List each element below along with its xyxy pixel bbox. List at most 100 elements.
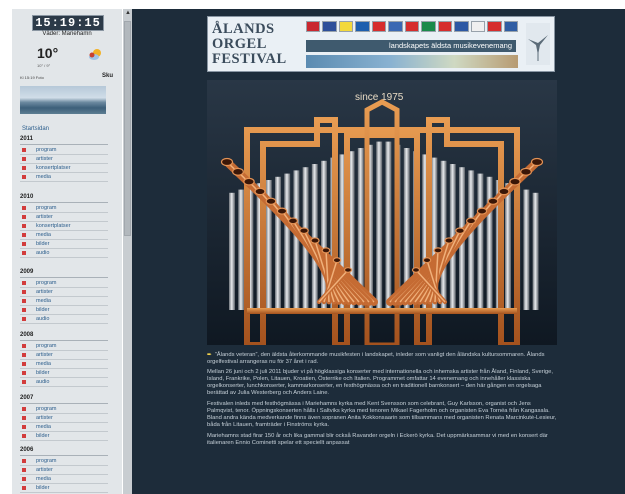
pipe-mouth	[498, 187, 510, 196]
bullet-icon	[22, 251, 26, 255]
nav-item-audio[interactable]: audio	[20, 315, 108, 324]
bullet-icon	[22, 224, 26, 228]
nav-item-bilder[interactable]: bilder	[20, 432, 108, 441]
nav-item-label: bilder	[36, 370, 50, 376]
start-link[interactable]: Startsidan	[22, 126, 49, 132]
landscape-strip	[306, 55, 518, 68]
nav-item-label: program	[36, 280, 57, 286]
bullet-icon	[22, 317, 26, 321]
silver-pipe	[532, 192, 539, 310]
flag-icon	[487, 21, 502, 32]
nav-item-program[interactable]: program	[20, 457, 108, 466]
nav-item-program[interactable]: program	[20, 342, 108, 351]
nav-item-media[interactable]: media	[20, 360, 108, 369]
festival-logo: Ålands Orgel Festival	[212, 21, 287, 67]
bullet-icon	[22, 157, 26, 161]
sidebar: 15:19:15 Väder: Mariehamn 10° 10° / 9° K…	[12, 9, 122, 494]
nav-item-artister[interactable]: artister	[20, 414, 108, 423]
bullet-icon	[22, 407, 26, 411]
bullet-icon	[22, 299, 26, 303]
silver-pipe	[293, 170, 300, 310]
nav-item-label: media	[36, 298, 51, 304]
nav-item-konsertplatser[interactable]: konsertplatser	[20, 222, 108, 231]
nav-item-media[interactable]: media	[20, 423, 108, 432]
bullet-icon	[22, 242, 26, 246]
flag-icon	[388, 21, 403, 32]
nav-item-audio[interactable]: audio	[20, 249, 108, 258]
flag-icon	[306, 21, 321, 32]
silver-pipe	[486, 176, 493, 310]
nav-item-artister[interactable]: artister	[20, 351, 108, 360]
paragraph-2: Festivalen inleds med festhögmässa i Mar…	[207, 401, 557, 428]
flag-icon	[338, 21, 354, 32]
nav-item-label: artister	[36, 214, 53, 220]
nav-item-audio[interactable]: audio	[20, 378, 108, 387]
pipe-mouth	[265, 197, 277, 205]
pipe-mouth	[310, 237, 320, 244]
pipe-mouth	[321, 247, 331, 254]
scroll-up-icon[interactable]: ▲	[125, 10, 131, 16]
nav-list: program artister konsertplatser media bilder…	[20, 204, 108, 258]
lead-paragraph: ➨ ”Ålands veteran”, den äldsta återkomman…	[207, 352, 557, 366]
nav-item-program[interactable]: program	[20, 405, 108, 414]
bullet-icon	[22, 380, 26, 384]
bullet-icon	[22, 215, 26, 219]
silver-pipe	[523, 189, 530, 310]
flag-icon	[371, 21, 387, 32]
nav-list: program artister konsertplatser media	[20, 146, 108, 182]
festival-banner[interactable]: Ålands Orgel Festival landskapets äldsta…	[207, 16, 555, 72]
nav-item-label: artister	[36, 156, 53, 162]
sidebar-scrollbar[interactable]: ▲	[123, 9, 132, 494]
nav-item-program[interactable]: program	[20, 146, 108, 155]
flag-icon	[437, 21, 453, 32]
nav-item-label: artister	[36, 415, 53, 421]
bullet-icon	[22, 344, 26, 348]
nav-item-label: media	[36, 476, 51, 482]
nav-item-bilder[interactable]: bilder	[20, 240, 108, 249]
silver-pipe	[468, 170, 475, 310]
nav-year-heading: 2009	[20, 269, 108, 278]
nav-year-heading: 2006	[20, 447, 108, 456]
aux-link[interactable]: Sku	[102, 73, 113, 79]
bullet-icon	[22, 290, 26, 294]
nav-year-heading: 2008	[20, 332, 108, 341]
nav-item-program[interactable]: program	[20, 204, 108, 213]
scroll-thumb[interactable]	[124, 21, 131, 236]
silver-pipe	[284, 173, 291, 310]
nav-item-bilder[interactable]: bilder	[20, 306, 108, 315]
nav-item-program[interactable]: program	[20, 279, 108, 288]
nav-item-label: program	[36, 406, 57, 412]
nav-list: program artister media bilder	[20, 405, 108, 441]
nav-item-media[interactable]: media	[20, 231, 108, 240]
bullet-icon	[22, 166, 26, 170]
nav-item-artister[interactable]: artister	[20, 155, 108, 164]
webcam-photo[interactable]	[20, 86, 106, 114]
nav-item-media[interactable]: media	[20, 297, 108, 306]
nav-item-artister[interactable]: artister	[20, 288, 108, 297]
flag-icon	[404, 21, 420, 32]
nav-item-bilder[interactable]: bilder	[20, 484, 108, 493]
tagline: landskapets äldsta musikevenemang	[389, 41, 512, 50]
flag-icon	[421, 21, 436, 32]
flag-icon	[503, 21, 519, 32]
nav-item-label: media	[36, 361, 51, 367]
nav-item-bilder[interactable]: bilder	[20, 369, 108, 378]
nav-item-artister[interactable]: artister	[20, 213, 108, 222]
weather-place[interactable]: Väder: Mariehamn	[12, 31, 122, 37]
pipe-mouth	[487, 197, 499, 205]
pipe-mouth	[332, 257, 342, 264]
clock: 15:19:15	[32, 15, 104, 31]
nav-item-label: audio	[36, 250, 50, 256]
nav-year-heading: 2007	[20, 395, 108, 404]
nav-item-konsertplatser[interactable]: konsertplatser	[20, 164, 108, 173]
tagline-bar: landskapets äldsta musikevenemang	[306, 40, 516, 52]
bullet-icon	[22, 468, 26, 472]
pipe-mouth	[411, 267, 421, 273]
temperature: 10°	[37, 45, 59, 61]
arrow-icon: ➨	[207, 352, 212, 358]
nav-item-media[interactable]: media	[20, 173, 108, 182]
bullet-icon	[22, 281, 26, 285]
flag-icon	[355, 21, 370, 32]
nav-item-media[interactable]: media	[20, 475, 108, 484]
nav-item-artister[interactable]: artister	[20, 466, 108, 475]
